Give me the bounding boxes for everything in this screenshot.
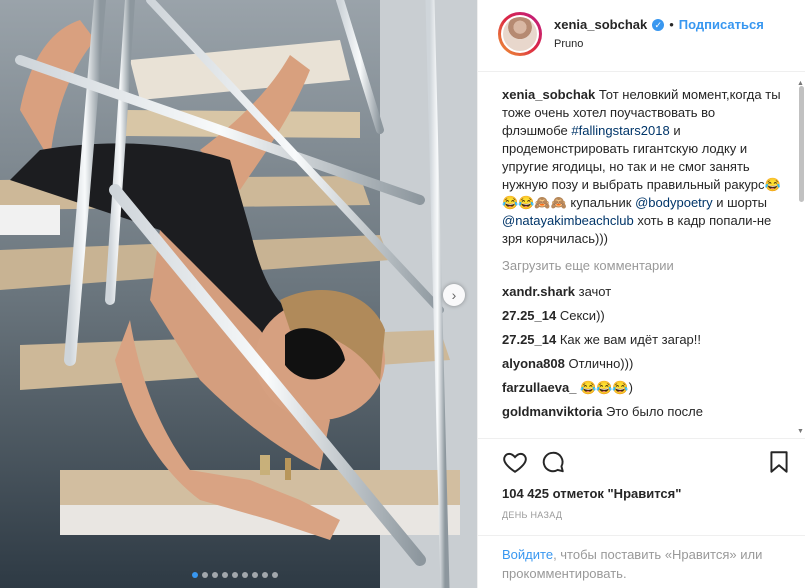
carousel-dot	[262, 572, 268, 578]
carousel-dot	[212, 572, 218, 578]
comment-bubble-icon[interactable]	[540, 449, 566, 475]
caption-username[interactable]: xenia_sobchak	[502, 87, 595, 102]
carousel-dot	[202, 572, 208, 578]
likes-count[interactable]: 104 425 отметок "Нравится"	[502, 486, 681, 501]
comment-text: зачот	[578, 284, 612, 299]
scroll-down-icon[interactable]: ▼	[797, 428, 804, 435]
comment-text: 😂😂😂)	[580, 380, 633, 395]
caption-mention[interactable]: @natayakimbeachclub	[502, 213, 634, 228]
bookmark-icon[interactable]	[766, 449, 792, 475]
comment-item: goldmanviktoria Это было после	[502, 403, 784, 421]
comment-text: Как же вам идёт загар!!	[559, 332, 702, 347]
carousel-dot	[242, 572, 248, 578]
comment-username[interactable]: 27.25_14	[502, 332, 556, 347]
load-more-comments-button[interactable]: Загрузить еще комментарии	[502, 257, 784, 275]
comment-text: Это было после	[606, 404, 703, 419]
comment-text: Секси))	[559, 308, 605, 323]
carousel-dot	[192, 572, 198, 578]
comment-item: xandr.shark зачот	[502, 283, 784, 301]
verified-badge-icon: ✓	[652, 18, 665, 31]
comment-username[interactable]: alyona808	[502, 356, 565, 371]
comment-item: 27.25_14 Секси))	[502, 307, 784, 325]
comment-item: farzullaeva_ 😂😂😂)	[502, 379, 784, 397]
avatar-image	[503, 17, 537, 51]
post-date[interactable]: ДЕНЬ НАЗАД	[502, 510, 562, 520]
comments-scrollbar[interactable]	[797, 86, 804, 438]
avatar[interactable]	[498, 12, 542, 56]
comment-username[interactable]: farzullaeva_	[502, 380, 576, 395]
post-header: xenia_sobchak ✓ • Подписаться Pruno	[478, 0, 805, 72]
caption-text: купальник	[570, 195, 632, 210]
carousel-dot	[222, 572, 228, 578]
post-photo: ›	[0, 0, 477, 588]
photo-illustration	[0, 0, 477, 588]
post-side-panel: xenia_sobchak ✓ • Подписаться Pruno xeni…	[477, 0, 805, 588]
carousel-dot	[272, 572, 278, 578]
carousel-dot	[252, 572, 258, 578]
header-separator: •	[669, 17, 674, 32]
post-actions: 104 425 отметок "Нравится" ДЕНЬ НАЗАД	[478, 438, 805, 548]
header-username[interactable]: xenia_sobchak	[554, 17, 647, 32]
comment-username[interactable]: 27.25_14	[502, 308, 556, 323]
caption-text: и шорты	[716, 195, 768, 210]
login-link[interactable]: Войдите	[502, 547, 553, 562]
header-username-row: xenia_sobchak ✓ • Подписаться	[554, 17, 764, 32]
comment-username[interactable]: xandr.shark	[502, 284, 575, 299]
comment-text: Отлично)))	[568, 356, 634, 371]
comment-username[interactable]: goldmanviktoria	[502, 404, 602, 419]
scrollbar-thumb[interactable]	[799, 86, 804, 202]
follow-button[interactable]: Подписаться	[679, 17, 764, 32]
comment-item: alyona808 Отлично)))	[502, 355, 784, 373]
login-prompt: Войдите, чтобы поставить «Нравится» или …	[478, 535, 805, 588]
caption-mention[interactable]: @bodypoetry	[635, 195, 713, 210]
comments-list[interactable]: xenia_sobchak Тот неловкий момент,когда …	[502, 86, 784, 438]
like-heart-icon[interactable]	[502, 449, 528, 475]
post-location[interactable]: Pruno	[554, 38, 583, 50]
caption-hashtag[interactable]: #fallingstars2018	[571, 123, 669, 138]
comment-item: 27.25_14 Как же вам идёт загар!!	[502, 331, 784, 349]
post-caption: xenia_sobchak Тот неловкий момент,когда …	[502, 86, 784, 248]
carousel-dots	[192, 572, 278, 578]
carousel-dot	[232, 572, 238, 578]
carousel-next-button[interactable]: ›	[443, 284, 465, 306]
